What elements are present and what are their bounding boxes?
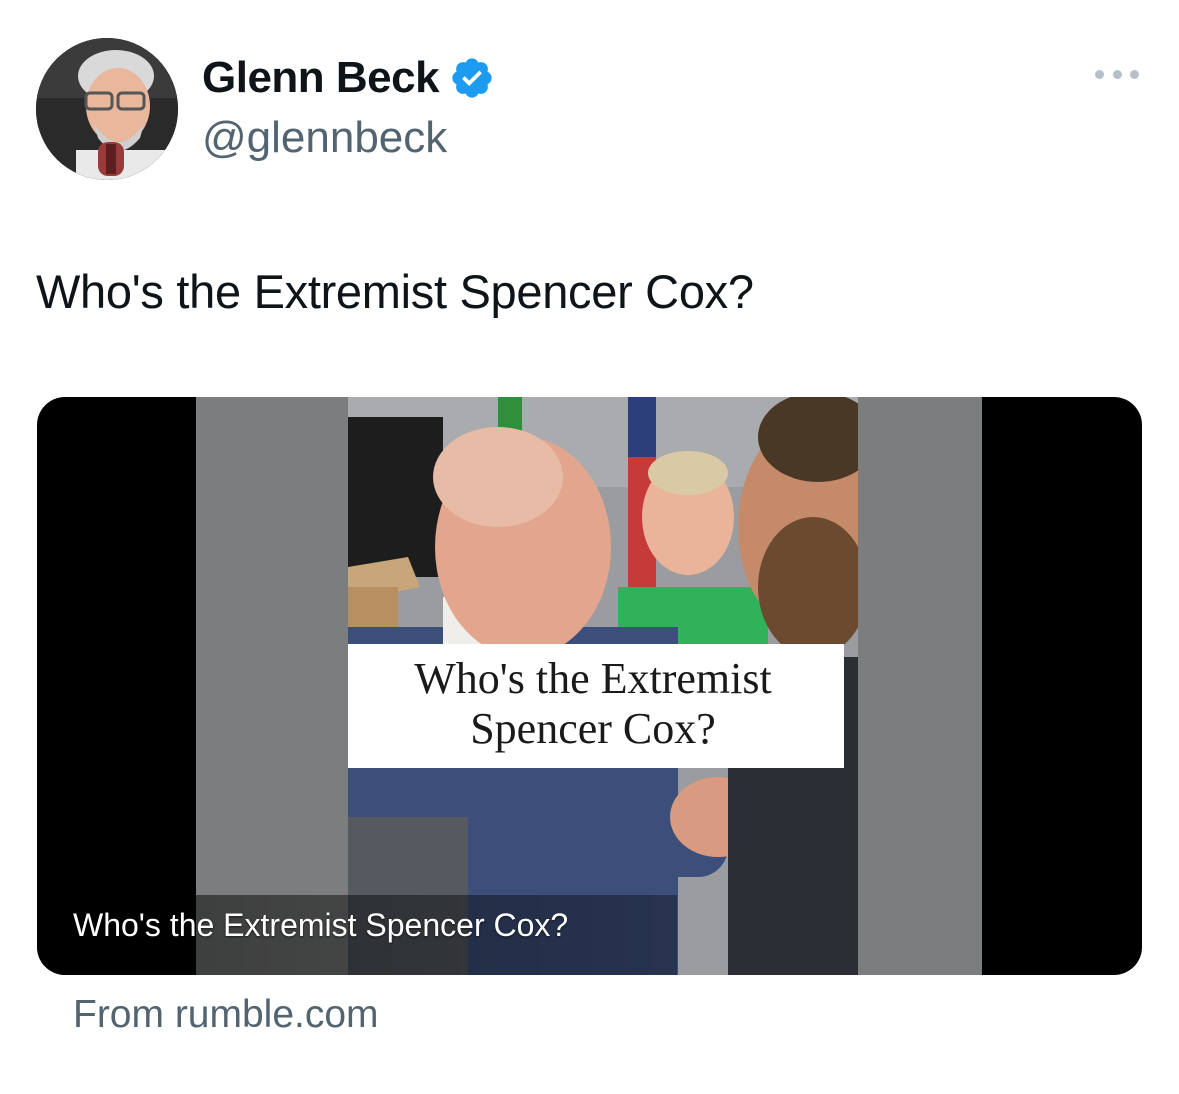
card-source[interactable]: From rumble.com xyxy=(73,992,379,1038)
author-name-row[interactable]: Glenn Beck xyxy=(202,52,495,104)
video-thumbnail: Who's the Extremist Spencer Cox? xyxy=(348,397,858,975)
tweet[interactable]: Glenn Beck @glennbeck Who's the Extremis… xyxy=(0,0,1179,1094)
more-dot-icon xyxy=(1095,69,1104,79)
more-dot-icon xyxy=(1112,69,1122,79)
more-dot-icon xyxy=(1130,69,1139,79)
author-handle[interactable]: @glennbeck xyxy=(202,112,447,164)
card-caption: Who's the Extremist Spencer Cox? xyxy=(73,907,569,943)
video-side-panel-left xyxy=(196,397,348,975)
thumbnail-title-line1: Who's the Extremist xyxy=(414,654,772,703)
more-options-button[interactable] xyxy=(1095,62,1139,86)
author-display-name[interactable]: Glenn Beck xyxy=(202,52,440,104)
video-side-panel-right xyxy=(858,397,982,975)
tweet-text: Who's the Extremist Spencer Cox? xyxy=(36,265,754,318)
thumbnail-title-line2: Spencer Cox? xyxy=(470,704,716,753)
avatar[interactable] xyxy=(36,38,178,180)
thumbnail-title-overlay: Who's the Extremist Spencer Cox? xyxy=(348,644,844,768)
avatar-photo-icon xyxy=(36,38,178,180)
verified-badge-icon xyxy=(449,55,495,101)
link-card[interactable]: Who's the Extremist Spencer Cox? Who's t… xyxy=(37,397,1142,975)
